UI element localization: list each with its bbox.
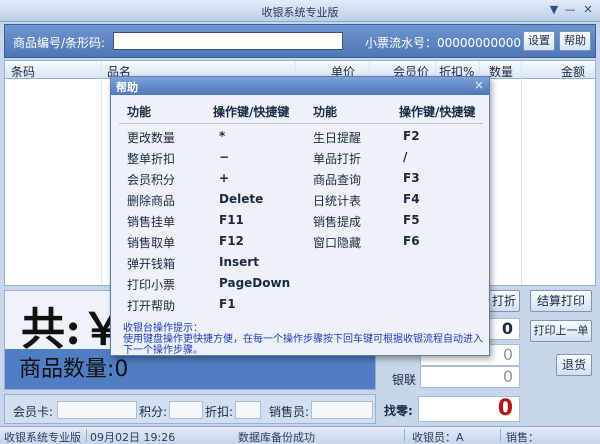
minimize-icon[interactable]: —: [562, 3, 578, 17]
unionpay-label: 银联: [392, 373, 417, 387]
status-sep: [500, 429, 501, 442]
help-header: 帮助 ×: [111, 77, 489, 95]
help-tip: 收银台操作提示： 使用键盘操作更快捷方便，在每一个操作步骤按下回车键可根据收银流…: [123, 323, 483, 356]
help-shortcut-key: F2: [403, 129, 420, 143]
discount-rate-input[interactable]: [235, 401, 261, 419]
status-cashier: 收银员：A: [412, 431, 464, 444]
help-shortcut-key: PageDown: [219, 276, 291, 290]
help-shortcut-key: +: [219, 171, 230, 185]
points-input[interactable]: [169, 401, 203, 419]
status-sep: [86, 429, 87, 442]
column-divider: [101, 61, 102, 285]
help-shortcut-function: 单品打折: [313, 152, 362, 166]
help-shortcut-function: 日统计表: [313, 194, 362, 208]
col-amount[interactable]: 金额: [561, 63, 585, 80]
help-shortcut-key: F1: [219, 297, 236, 311]
help-shortcut-key: F4: [403, 192, 420, 206]
points-label: 积分:: [139, 405, 168, 419]
barcode-input[interactable]: [113, 32, 343, 50]
clerk-label: 销售员:: [269, 405, 310, 419]
help-shortcut-function: 会员积分: [127, 173, 176, 187]
help-shortcut-function: 销售挂单: [127, 215, 176, 229]
help-title: 帮助: [116, 81, 138, 94]
help-shortcut-key: F12: [219, 234, 244, 248]
help-shortcut-key: Insert: [219, 255, 259, 269]
col-barcode[interactable]: 条码: [11, 63, 35, 80]
help-shortcut-key: F6: [403, 234, 420, 248]
column-divider: [521, 61, 522, 285]
help-col-key-2: 操作键/快捷键: [399, 105, 476, 119]
help-button[interactable]: 帮助: [559, 31, 591, 51]
help-shortcut-function: 删除商品: [127, 194, 176, 208]
help-shortcut-key: F5: [403, 213, 420, 227]
help-shortcut-key: F11: [219, 213, 244, 227]
search-bar: 商品编号/条形码: 小票流水号：00000000000 设置 帮助: [4, 24, 596, 58]
change-row: 找零: 0: [380, 394, 596, 424]
settings-button[interactable]: 设置: [523, 31, 555, 51]
return-button[interactable]: 退货: [556, 354, 592, 376]
help-shortcut-function: 打开帮助: [127, 299, 176, 313]
receipt-number: 小票流水号：00000000000: [365, 36, 521, 50]
barcode-label: 商品编号/条形码:: [13, 36, 106, 50]
discount-button[interactable]: 打折: [488, 290, 520, 312]
status-salesperson: 销售：: [506, 431, 539, 444]
col-quantity[interactable]: 数量: [489, 63, 513, 80]
clerk-input[interactable]: [311, 401, 373, 419]
status-backup: 数据库备份成功: [238, 431, 315, 444]
help-tip-body: 使用键盘操作更快捷方便，在每一个操作步骤按下回车键可根据收银流程自动进入下一个操…: [123, 334, 483, 356]
help-shortcut-function: 打印小票: [127, 278, 176, 292]
help-shortcut-function: 生日提醒: [313, 131, 362, 145]
member-card-input[interactable]: [57, 401, 137, 419]
settle-print-button[interactable]: 结算打印: [530, 290, 592, 312]
window-title: 收银系统专业版: [261, 6, 339, 19]
status-sep: [404, 429, 405, 442]
help-shortcut-function: 更改数量: [127, 131, 176, 145]
help-col-function-2: 功能: [313, 105, 338, 119]
help-close-icon[interactable]: ×: [474, 78, 484, 92]
help-dialog: 帮助 × 功能 操作键/快捷键 功能 操作键/快捷键 收银台操作提示： 使用键盘…: [110, 76, 490, 356]
help-shortcut-function: 销售提成: [313, 215, 362, 229]
help-shortcut-function: 弹开钱箱: [127, 257, 176, 271]
member-row: 会员卡: 积分: 折扣: 销售员:: [4, 394, 376, 424]
help-divider: [119, 123, 483, 124]
help-tip-title: 收银台操作提示：: [123, 323, 203, 334]
help-shortcut-function: 整单折扣: [127, 152, 176, 166]
help-shortcut-key: /: [403, 150, 408, 164]
close-icon[interactable]: ✕: [580, 3, 596, 17]
status-app: 收银系统专业版: [4, 431, 81, 444]
reprint-last-button[interactable]: 打印上一单: [530, 320, 592, 342]
discount-rate-label: 折扣:: [205, 405, 234, 419]
help-shortcut-key: *: [219, 129, 226, 143]
change-value: 0: [418, 396, 520, 422]
title-bar: 收银系统专业版 ▼ — ✕: [0, 0, 600, 22]
help-shortcut-key: Delete: [219, 192, 264, 206]
help-shortcut-function: 商品查询: [313, 173, 362, 187]
help-shortcut-key: F3: [403, 171, 420, 185]
unionpay-field[interactable]: 0: [420, 366, 520, 388]
status-datetime: 09月02日 19:26: [90, 431, 176, 444]
status-bar: 收银系统专业版 09月02日 19:26 数据库备份成功 收银员：A 销售：: [0, 426, 600, 444]
help-shortcut-function: 窗口隐藏: [313, 236, 362, 250]
help-col-key: 操作键/快捷键: [213, 105, 290, 119]
member-card-label: 会员卡:: [13, 405, 54, 419]
change-label: 找零:: [384, 404, 413, 418]
help-shortcut-function: 销售取单: [127, 236, 176, 250]
dropdown-icon[interactable]: ▼: [546, 3, 562, 17]
help-col-function: 功能: [127, 105, 152, 119]
help-shortcut-key: −: [219, 150, 230, 164]
